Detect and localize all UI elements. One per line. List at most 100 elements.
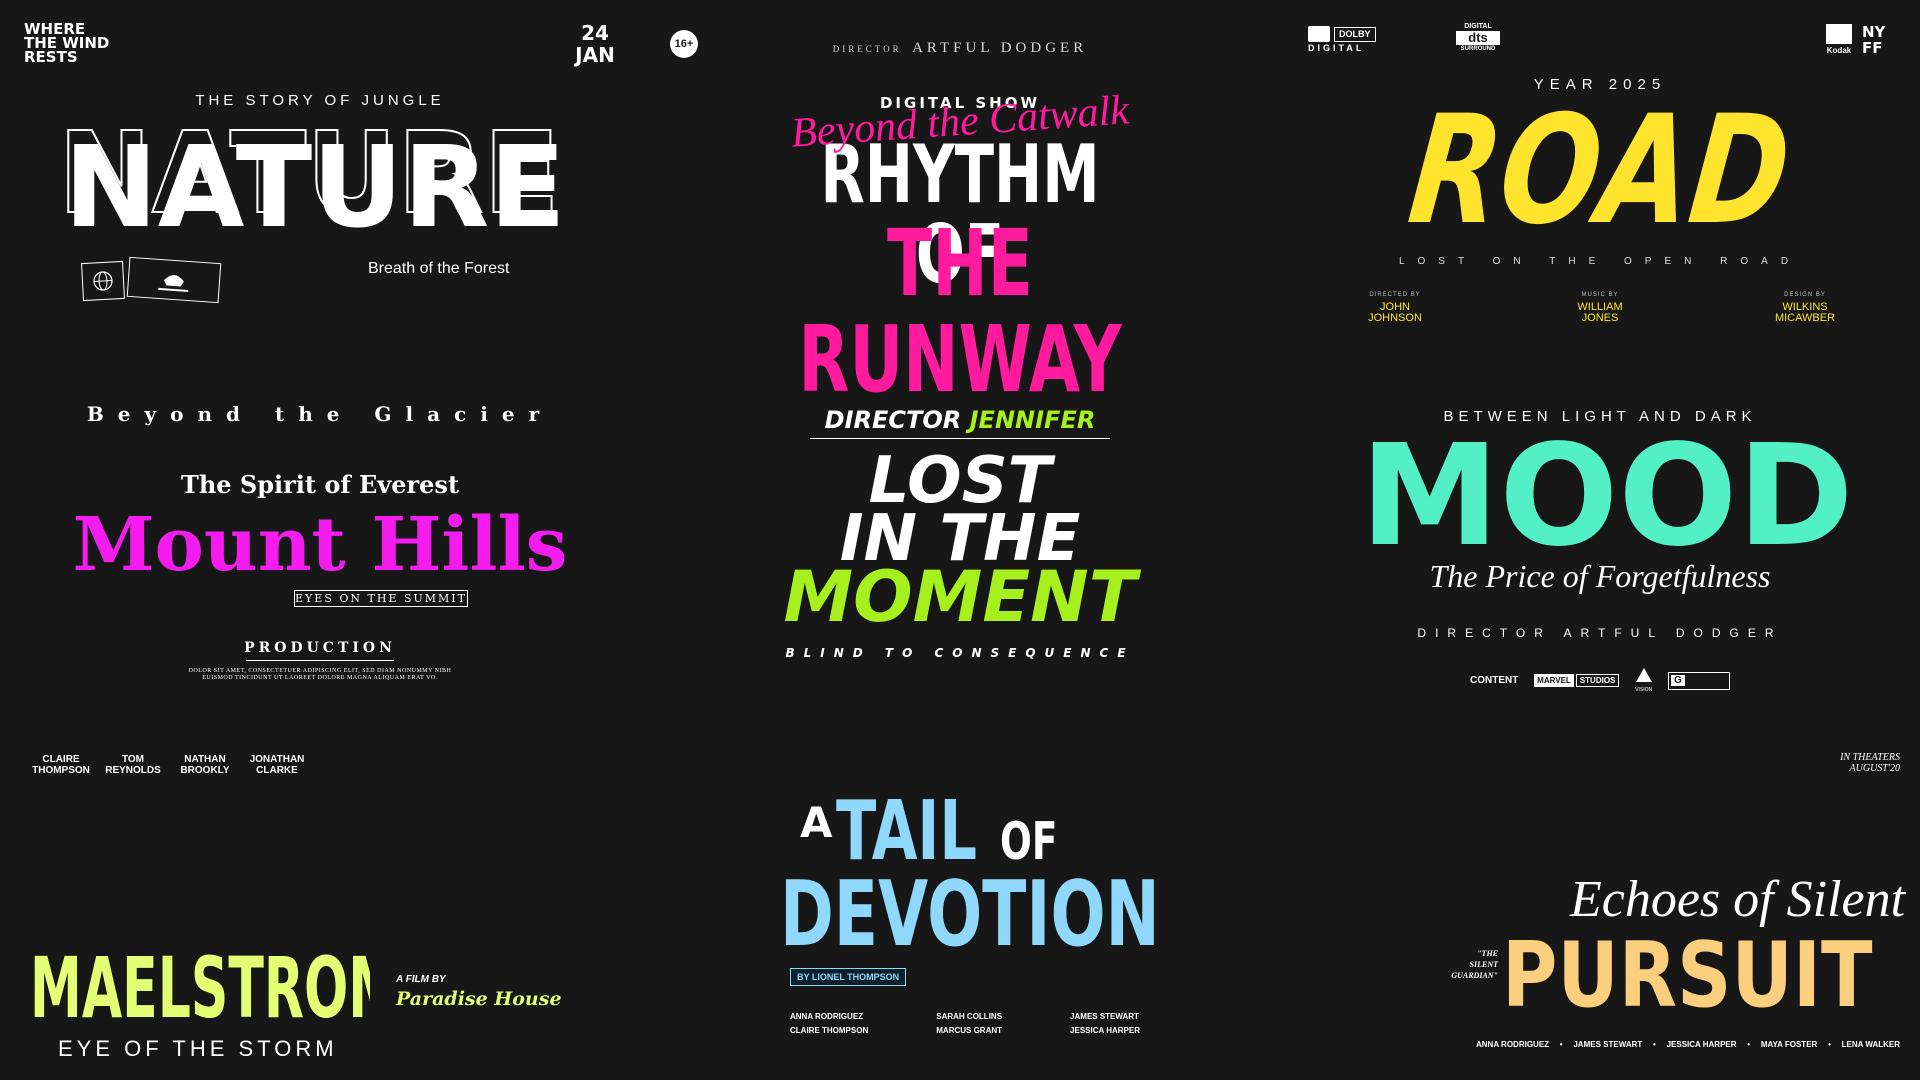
title-line3: MOMENT xyxy=(783,556,1137,638)
poster-mood: BETWEEN LIGHT AND DARK MOOD The Price of… xyxy=(1280,360,1920,720)
lorem-line: EUISMOD TINCIDUNT UT LAOREET DOLORE MAGN… xyxy=(202,675,438,681)
cast-name: JAMES STEWART xyxy=(1070,1012,1139,1021)
vision-logo: VISION xyxy=(1635,668,1652,693)
title-line2-wrap: DEVOTION xyxy=(780,870,1160,960)
credit-block: MUSIC BY WILLIAM JONES xyxy=(1545,292,1655,324)
dolby-logo: DOLBY DIGITAL xyxy=(1308,26,1376,53)
studios-logo: STUDIOS xyxy=(1575,674,1620,687)
cast-name: JESSICA HARPER xyxy=(1070,1026,1140,1035)
poster-runway: DIRECTOR ARTFUL DODGER DIGITAL SHOW RHYT… xyxy=(640,0,1280,407)
poster-nature: WHERE THE WIND RESTS 24 JAN 16+ THE STOR… xyxy=(0,0,698,360)
lorem-line: DOLOR SIT AMET, CONSECTETUER ADIPISCING … xyxy=(188,668,452,674)
title: ROAD xyxy=(1401,84,1799,258)
title: PURSUIT xyxy=(1502,932,1873,1020)
triangle-icon xyxy=(1635,668,1652,682)
cast-name: JAMES STEWART xyxy=(1573,1040,1643,1049)
kodak-text: Kodak xyxy=(1826,46,1852,55)
quote-line: SILENT xyxy=(1469,960,1498,969)
cast-column: JAMES STEWART JESSICA HARPER xyxy=(1070,1010,1140,1038)
poster-title-sheet: { "nature": { "corner_logo": ["WHERE", "… xyxy=(0,0,1920,1080)
script-subtitle: The Price of Forgetfulness xyxy=(1429,558,1771,594)
title-stack: LOST IN THE MOMENT xyxy=(680,449,1240,638)
poster-maelstrom: CLAIRE THOMPSON TOM REYNOLDS NATHAN BROOKLY… xyxy=(0,720,640,1080)
release-date: 24 JAN xyxy=(572,22,618,66)
quote: "THE SILENT GUARDIAN" xyxy=(1408,948,1498,981)
dolby-mark-icon xyxy=(1308,26,1330,42)
director-underline xyxy=(810,438,1110,439)
director-credit: DIRECTOR ARTFUL DODGER xyxy=(760,40,1160,58)
script-title: Echoes of Silent xyxy=(1570,871,1906,928)
dolby-bottom: DIGITAL xyxy=(1308,43,1365,53)
production-underline xyxy=(246,660,394,661)
cast-columns: ANNA RODRIGUEZ CLAIRE THOMPSON SARAH COLL… xyxy=(790,1010,1140,1038)
vision-text: VISION xyxy=(1635,687,1653,693)
poster-echoes-pursuit: IN THEATERS AUGUST'20 Echoes of Silent "… xyxy=(1280,720,1920,1080)
credits-row: DIRECTED BY JOHN JOHNSON MUSIC BY WILLIA… xyxy=(1340,292,1860,324)
cast-first: NATHAN xyxy=(184,754,226,765)
boxed-tag: EYES ON THE SUMMIT xyxy=(294,590,468,607)
director-name: JENNIFER xyxy=(969,406,1096,434)
dolby-top: DOLBY xyxy=(1334,26,1376,42)
title: MAELSTROM xyxy=(30,946,370,1030)
content-logo: CONTENT xyxy=(1470,675,1519,686)
kodak-logo: Kodak xyxy=(1824,24,1854,55)
title-wrap: MAELSTROM xyxy=(30,946,370,1030)
cast-first: TOM xyxy=(121,754,145,765)
cast-last: BROOKLY xyxy=(180,765,230,776)
cast-name: LENA WALKER xyxy=(1841,1040,1900,1049)
poster-lost-in-the-moment: DIRECTOR JENNIFER LOST IN THE MOMENT BLI… xyxy=(640,360,1280,720)
dot-separator: • xyxy=(1559,1040,1563,1049)
cast-member: NATHAN BROOKLY xyxy=(174,754,236,776)
tagline: LOST ON THE OPEN ROAD xyxy=(1398,256,1802,267)
quote-line: "THE xyxy=(1477,949,1498,958)
where-the-wind-rests-logo: WHERE THE WIND RESTS xyxy=(24,22,109,66)
title-a: A xyxy=(800,798,833,847)
cast-member: JONATHAN CLARKE xyxy=(246,754,308,776)
cast-name: SARAH COLLINS xyxy=(936,1012,1003,1021)
globe-icon xyxy=(93,271,113,291)
credit-block: DESIGN BY WILKINS MICAWBER xyxy=(1750,292,1860,324)
date-day: 24 xyxy=(581,21,609,45)
dts-bottom: SURROUND xyxy=(1460,46,1496,52)
subtitle: The Spirit of Everest xyxy=(180,470,460,499)
lorem-block: DOLOR SIT AMET, CONSECTETUER ADIPISCING … xyxy=(80,668,560,682)
marvel-logo: MARVEL xyxy=(1534,674,1574,687)
cast-name: MAYA FOSTER xyxy=(1760,1040,1818,1049)
studio-name: Paradise House xyxy=(396,988,562,1010)
credit-name: MICAWBER xyxy=(1774,312,1836,324)
lion-icon xyxy=(158,275,189,293)
title-wrap: NATURE NATURE xyxy=(57,108,566,258)
cast-name: ANNA RODRIGUEZ xyxy=(1476,1040,1550,1049)
production-label: PRODUCTION xyxy=(244,640,396,656)
credit-name: JOHNSON xyxy=(1368,312,1422,324)
laurel-badge-globe xyxy=(81,260,125,302)
cast-name: MARCUS GRANT xyxy=(936,1026,1003,1035)
title: MOOD xyxy=(1360,415,1854,578)
nyff-logo: NY FF xyxy=(1862,23,1886,57)
poster-glacier: Beyond the Glacier The Spirit of Everest… xyxy=(0,360,640,720)
release-note: IN THEATERS AUGUST'20 xyxy=(1760,752,1900,774)
cast-row: ANNA RODRIGUEZ • JAMES STEWART • JESSICA H… xyxy=(1476,1040,1900,1049)
logo-line: RESTS xyxy=(24,48,78,66)
theaters-line1: IN THEATERS xyxy=(1840,752,1900,763)
credit-role: DESIGN BY xyxy=(1784,292,1826,298)
title-wrap: PURSUIT xyxy=(1502,932,1902,1020)
director-name: ARTFUL DODGER xyxy=(912,40,1088,57)
cast-row: CLAIRE THOMPSON TOM REYNOLDS NATHAN BROOKLY… xyxy=(30,754,330,776)
cast-last: THOMPSON xyxy=(32,765,90,776)
title: NATURE xyxy=(64,123,566,253)
kicker: Beyond the Glacier xyxy=(86,402,554,426)
cast-name: JESSICA HARPER xyxy=(1666,1040,1737,1049)
theaters-line2: AUGUST'20 xyxy=(1849,763,1900,774)
cast-first: JONATHAN xyxy=(249,754,305,765)
venice-festival-badge xyxy=(126,256,222,304)
credit-name: JONES xyxy=(1581,312,1619,324)
title-wrap: ROAD xyxy=(1340,84,1860,258)
credit-role: DIRECTED BY xyxy=(1369,292,1421,298)
film-by-label: A FILM BY xyxy=(396,974,446,985)
dot-separator: • xyxy=(1653,1040,1656,1049)
byline-badge: BY LIONEL THOMPSON xyxy=(790,968,907,986)
poster-tail-of-devotion: A TAIL OF DEVOTION BY LIONEL THOMPSON AN… xyxy=(640,720,1280,1080)
director-credit: DIRECTOR JENNIFER xyxy=(760,406,1160,434)
cast-first: CLAIRE xyxy=(42,754,80,765)
